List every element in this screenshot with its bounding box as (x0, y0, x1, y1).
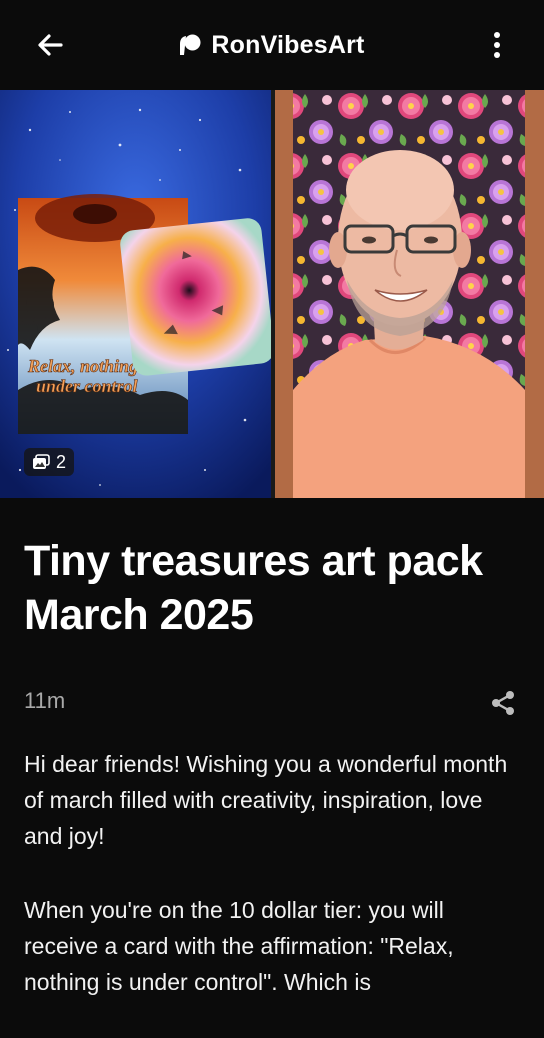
more-vertical-icon (494, 32, 500, 58)
creator-brand[interactable]: RonVibesArt (0, 26, 544, 64)
gallery-image-portrait[interactable] (275, 90, 544, 498)
share-button[interactable] (486, 686, 520, 720)
portrait-photo (275, 90, 544, 498)
image-count-badge: 2 (24, 448, 75, 476)
images-icon (33, 454, 50, 469)
post-timestamp: 11m (24, 688, 66, 713)
post-image-gallery: Relax, nothing is under control 2 (0, 90, 544, 498)
post-body: Hi dear friends! Wishing you a wonderful… (24, 746, 524, 1038)
share-icon (492, 691, 514, 715)
art-card-photo: Relax, nothing is under control (0, 90, 271, 498)
top-bar: RonVibesArt (0, 0, 544, 90)
svg-text:under control: under control (36, 376, 138, 396)
image-count: 2 (56, 451, 67, 472)
gallery-image-card[interactable]: Relax, nothing is under control 2 (0, 90, 271, 498)
creator-name: RonVibesArt (211, 30, 365, 59)
more-options-button[interactable] (482, 25, 512, 65)
patreon-logo-icon (180, 34, 201, 55)
post-title: Tiny treasures art pack March 2025 (24, 537, 483, 639)
post-paragraph: Hi dear friends! Wishing you a wonderful… (24, 751, 508, 849)
post-meta: 11m (24, 686, 520, 720)
post-paragraph: When you're on the 10 dollar tier: you w… (24, 897, 454, 995)
